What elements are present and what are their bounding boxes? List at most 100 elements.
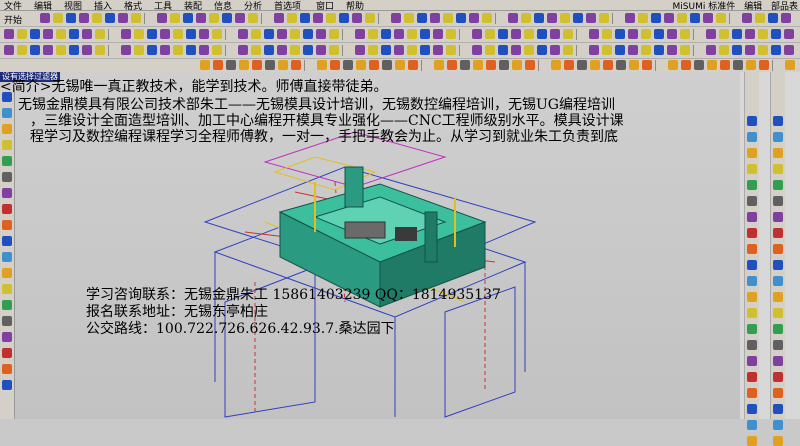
toolbar-tool-icon[interactable] [784,45,794,55]
side-tool-icon[interactable] [747,228,757,238]
side-tool-icon[interactable] [747,244,757,254]
toolbar-tool-icon[interactable] [368,29,378,39]
toolbar-tool-icon[interactable] [30,45,40,55]
toolbar-tool-icon[interactable] [759,60,769,70]
toolbar-tool-icon[interactable] [473,60,483,70]
toolbar-tool-icon[interactable] [706,45,716,55]
toolbar-tool-icon[interactable] [365,13,375,23]
side-tool-icon[interactable] [747,388,757,398]
toolbar-tool-icon[interactable] [485,45,495,55]
side-tool-icon[interactable] [747,436,757,446]
toolbar-tool-icon[interactable] [664,13,674,23]
toolbar-tool-icon[interactable] [537,45,547,55]
toolbar-tool-icon[interactable] [382,60,392,70]
toolbar-tool-icon[interactable] [290,45,300,55]
toolbar-tool-icon[interactable] [745,45,755,55]
toolbar-tool-icon[interactable] [43,45,53,55]
toolbar-tool-icon[interactable] [317,60,327,70]
side-tool-icon[interactable] [747,340,757,350]
side-tool-icon[interactable] [2,204,12,214]
toolbar-tool-icon[interactable] [707,60,717,70]
toolbar-tool-icon[interactable] [239,60,249,70]
side-tool-icon[interactable] [747,356,757,366]
side-tool-icon[interactable] [2,348,12,358]
toolbar-tool-icon[interactable] [615,45,625,55]
side-tool-icon[interactable] [2,268,12,278]
toolbar-tool-icon[interactable] [186,29,196,39]
toolbar-tool-icon[interactable] [524,45,534,55]
toolbar-tool-icon[interactable] [368,45,378,55]
toolbar-tool-icon[interactable] [590,60,600,70]
toolbar-tool-icon[interactable] [265,60,275,70]
side-tool-icon[interactable] [773,244,783,254]
toolbar-tool-icon[interactable] [17,45,27,55]
side-tool-icon[interactable] [773,196,783,206]
toolbar-tool-icon[interactable] [446,45,456,55]
toolbar-tool-icon[interactable] [222,13,232,23]
toolbar-tool-icon[interactable] [134,29,144,39]
toolbar-tool-icon[interactable] [745,29,755,39]
side-tool-icon[interactable] [773,356,783,366]
toolbar-tool-icon[interactable] [573,13,583,23]
side-tool-icon[interactable] [747,308,757,318]
toolbar-tool-icon[interactable] [667,45,677,55]
menu-help[interactable]: 帮助 [346,0,364,10]
toolbar-tool-icon[interactable] [668,60,678,70]
side-tool-icon[interactable] [773,324,783,334]
toolbar-tool-icon[interactable] [560,13,570,23]
toolbar-tool-icon[interactable] [784,29,794,39]
side-tool-icon[interactable] [773,292,783,302]
side-tool-icon[interactable] [2,316,12,326]
toolbar-tool-icon[interactable] [551,60,561,70]
side-tool-icon[interactable] [2,108,12,118]
toolbar-tool-icon[interactable] [316,45,326,55]
toolbar-tool-icon[interactable] [472,29,482,39]
toolbar-tool-icon[interactable] [53,13,63,23]
toolbar-tool-icon[interactable] [681,60,691,70]
toolbar-tool-icon[interactable] [69,29,79,39]
toolbar-tool-icon[interactable] [4,29,14,39]
toolbar-tool-icon[interactable] [537,29,547,39]
toolbar-tool-icon[interactable] [420,45,430,55]
side-tool-icon[interactable] [2,236,12,246]
toolbar-tool-icon[interactable] [742,13,752,23]
toolbar-tool-icon[interactable] [616,60,626,70]
toolbar-tool-icon[interactable] [703,13,713,23]
toolbar-tool-icon[interactable] [625,13,635,23]
toolbar-tool-icon[interactable] [447,60,457,70]
toolbar-tool-icon[interactable] [277,45,287,55]
side-tool-icon[interactable] [747,372,757,382]
toolbar-tool-icon[interactable] [498,29,508,39]
toolbar-tool-icon[interactable] [641,29,651,39]
toolbar-tool-icon[interactable] [69,45,79,55]
toolbar-tool-icon[interactable] [173,29,183,39]
toolbar-tool-icon[interactable] [381,45,391,55]
menu-preferences[interactable]: 首选项 [274,0,301,10]
toolbar-tool-icon[interactable] [160,29,170,39]
toolbar-tool-icon[interactable] [641,45,651,55]
toolbar-tool-icon[interactable] [446,29,456,39]
toolbar-tool-icon[interactable] [313,13,323,23]
toolbar-tool-icon[interactable] [420,29,430,39]
toolbar-tool-icon[interactable] [212,29,222,39]
toolbar-tool-icon[interactable] [550,29,560,39]
toolbar-tool-icon[interactable] [404,13,414,23]
toolbar-tool-icon[interactable] [785,60,795,70]
toolbar-tool-icon[interactable] [131,13,141,23]
side-tool-icon[interactable] [773,116,783,126]
toolbar-tool-icon[interactable] [303,29,313,39]
toolbar-tool-icon[interactable] [680,29,690,39]
toolbar-tool-icon[interactable] [355,29,365,39]
toolbar-tool-icon[interactable] [651,13,661,23]
toolbar-tool-icon[interactable] [290,29,300,39]
toolbar-tool-icon[interactable] [303,45,313,55]
menu-insert[interactable]: 插入 [94,0,112,10]
toolbar-tool-icon[interactable] [706,29,716,39]
toolbar-tool-icon[interactable] [339,13,349,23]
toolbar-tool-icon[interactable] [160,45,170,55]
toolbar-tool-icon[interactable] [482,13,492,23]
toolbar-tool-icon[interactable] [638,13,648,23]
menu-info[interactable]: 信息 [214,0,232,10]
toolbar-tool-icon[interactable] [599,13,609,23]
toolbar-tool-icon[interactable] [4,45,14,55]
